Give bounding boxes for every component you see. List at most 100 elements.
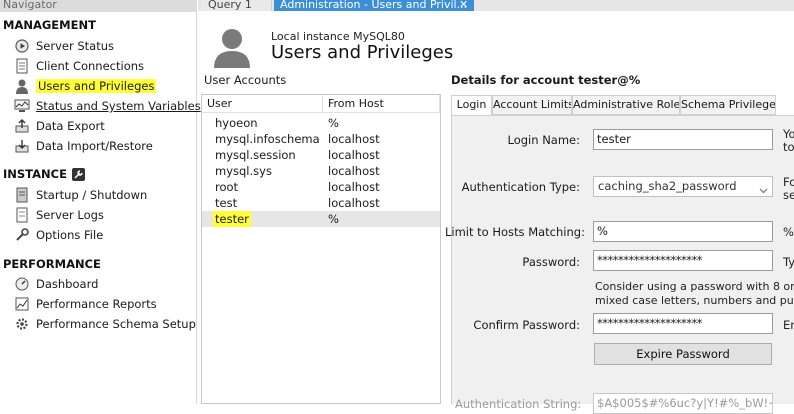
gear-icon [14,316,30,332]
page-title: Users and Privileges [271,42,454,63]
nav-label: Performance Schema Setup [36,317,196,331]
user-cell: tester [213,211,251,227]
server-icon [14,187,30,203]
user-accounts-label: User Accounts [204,73,287,87]
import-icon [14,138,30,154]
section-instance: INSTANCE [3,167,85,181]
host-cell: % [328,212,339,226]
password-hint-line-1: Consider using a password with 8 or more [595,280,794,293]
play-circle-icon [14,38,30,54]
limit-hosts-input[interactable]: % [593,221,773,242]
tab-account-limits[interactable]: Account Limits [492,95,572,115]
auth-type-select[interactable]: caching_sha2_password [593,176,773,197]
auth-string-label: Authentication String: [455,397,582,411]
dashboard-icon [14,276,30,292]
nav-options-file[interactable]: Options File [14,226,103,244]
nav-data-import[interactable]: Data Import/Restore [14,137,153,155]
login-name-note: Yo [783,127,794,141]
nav-label: Server Logs [36,208,104,222]
close-icon[interactable]: ✕ [459,0,471,11]
section-instance-label: INSTANCE [3,167,67,181]
tab-schema-privileges[interactable]: Schema Privileges [680,95,776,115]
navigator-panel: Navigator MANAGEMENT Server Status Clien… [0,0,201,404]
password-note: Ty [783,255,794,269]
wrench-badge-icon [71,167,85,181]
password-input[interactable]: ******************** [593,250,773,271]
nav-label: Startup / Shutdown [36,188,148,202]
auth-note: Fo [783,175,794,189]
section-performance: PERFORMANCE [3,257,101,271]
user-icon [14,78,30,94]
details-title: Details for account tester@% [451,73,641,87]
monitor-icon [14,98,30,114]
expire-password-button[interactable]: Expire Password [594,343,772,365]
nav-client-connections[interactable]: Client Connections [14,57,144,75]
column-header-from-host[interactable]: From Host [323,95,440,113]
table-row[interactable]: mysql.session localhost [202,147,440,163]
confirm-password-input[interactable]: ******************** [593,313,773,334]
host-cell: localhost [328,180,380,194]
user-cell: mysql.sys [215,164,272,178]
user-avatar-icon [210,24,254,68]
tab-login[interactable]: Login [451,95,492,116]
section-management: MANAGEMENT [3,18,96,32]
nav-performance-schema-setup[interactable]: Performance Schema Setup [14,315,196,333]
host-cell: localhost [328,132,380,146]
nav-performance-reports[interactable]: Performance Reports [14,295,157,313]
auth-type-label: Authentication Type: [461,180,580,194]
auth-note-2: se [783,188,794,202]
auth-type-value: caching_sha2_password [598,179,737,193]
host-cell: localhost [328,164,380,178]
column-header-user[interactable]: User [202,95,323,113]
export-icon [14,118,30,134]
login-name-input[interactable]: tester [593,129,773,150]
nav-users-privileges[interactable]: Users and Privileges [14,77,157,95]
nav-label: Options File [36,228,104,242]
nav-label: Performance Reports [36,297,157,311]
user-cell: hyoeon [215,116,258,130]
nav-label: Data Export [36,119,105,133]
nav-label: Client Connections [36,59,145,73]
nav-label: Dashboard [36,277,99,291]
chevron-down-icon [759,182,768,194]
user-cell: test [215,196,238,210]
nav-status-variables[interactable]: Status and System Variables [14,97,201,115]
table-row[interactable]: test localhost [202,195,440,211]
table-row[interactable]: root localhost [202,179,440,195]
nav-server-status[interactable]: Server Status [14,37,114,55]
user-accounts-table[interactable]: User From Host hyoeon % mysql.infoschema… [201,94,441,404]
table-row[interactable]: mysql.sys localhost [202,163,440,179]
user-cell: root [215,180,239,194]
navigator-title: Navigator [0,0,197,12]
tab-query-1[interactable]: Query 1 [202,0,272,11]
confirm-password-note: En [783,318,794,332]
chart-icon [14,296,30,312]
login-name-label: Login Name: [507,133,580,147]
nav-dashboard[interactable]: Dashboard [14,275,98,293]
host-cell: % [328,116,339,130]
nav-label: Status and System Variables [36,99,201,113]
login-name-note-2: to [783,140,794,154]
table-row[interactable]: mysql.infoschema localhost [202,131,440,147]
log-icon [14,207,30,223]
table-row[interactable]: hyoeon % [202,115,440,131]
password-hint-line-2: mixed case letters, numbers and punctua [595,294,794,307]
tab-administrative-roles[interactable]: Administrative Roles [572,95,680,115]
nav-startup-shutdown[interactable]: Startup / Shutdown [14,186,147,204]
tab-administration[interactable]: Administration - Users and Privil... [274,0,474,11]
user-cell: mysql.infoschema [215,132,320,146]
nav-label: Data Import/Restore [36,139,153,153]
wrench-icon [14,227,30,243]
host-cell: localhost [328,148,380,162]
nav-label: Users and Privileges [36,79,157,93]
host-cell: localhost [328,196,380,210]
limit-hosts-note: % [783,225,794,239]
password-label: Password: [522,255,580,269]
nav-label: Server Status [36,39,115,53]
user-cell: mysql.session [215,148,296,162]
table-row-selected[interactable]: tester % [202,211,440,227]
nav-server-logs[interactable]: Server Logs [14,206,104,224]
nav-data-export[interactable]: Data Export [14,117,105,135]
document-icon [14,58,30,74]
limit-hosts-label: Limit to Hosts Matching: [445,225,585,239]
